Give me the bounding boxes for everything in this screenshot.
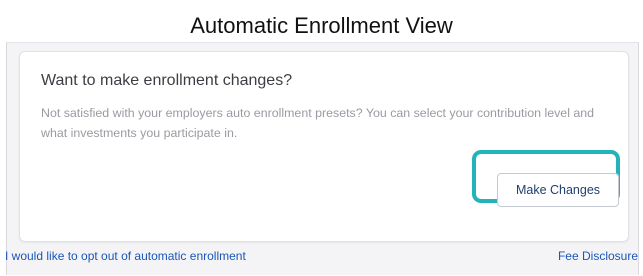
page: Automatic Enrollment View Want to make e… bbox=[0, 0, 643, 276]
make-changes-button[interactable]: Make Changes bbox=[497, 173, 619, 207]
enrollment-changes-card: Want to make enrollment changes? Not sat… bbox=[19, 51, 629, 242]
opt-out-link[interactable]: I would like to opt out of automatic enr… bbox=[5, 247, 246, 265]
card-heading: Want to make enrollment changes? bbox=[41, 72, 293, 89]
page-title: Automatic Enrollment View bbox=[190, 13, 453, 38]
enrollment-panel: Want to make enrollment changes? Not sat… bbox=[5, 42, 639, 275]
card-description: Not satisfied with your employers auto e… bbox=[41, 106, 595, 140]
fee-disclosure-link[interactable]: Fee Disclosure bbox=[558, 247, 638, 265]
footer-links: I would like to opt out of automatic enr… bbox=[5, 247, 638, 267]
